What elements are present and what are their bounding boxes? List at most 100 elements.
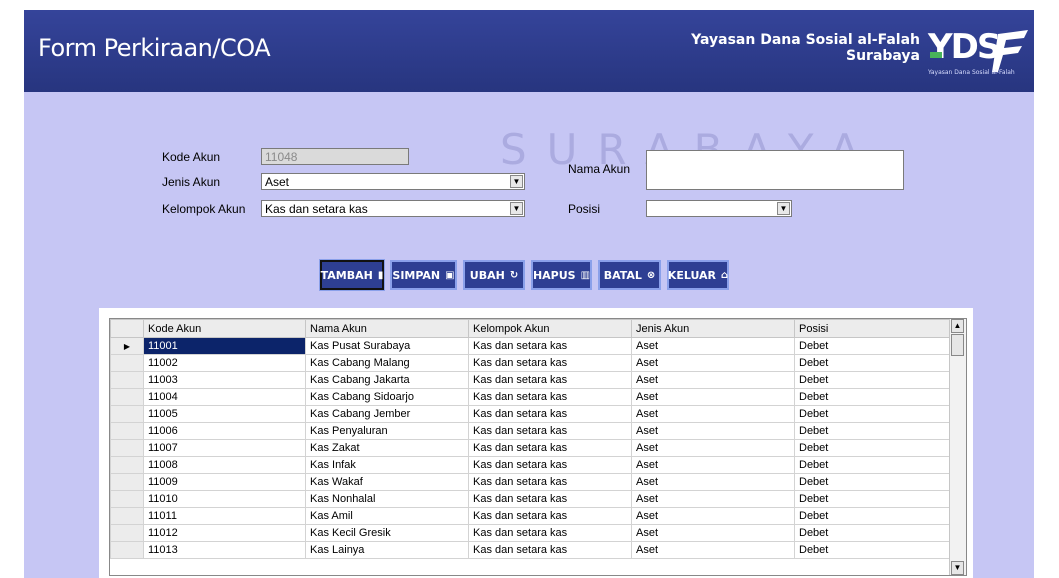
table-cell[interactable]: Debet (794, 371, 953, 389)
table-row[interactable]: 11004 Kas Cabang Sidoarjo Kas dan setara k… (110, 388, 953, 406)
table-row[interactable]: ▶ 11001 Kas Pusat Surabaya Kas dan setara k… (110, 337, 953, 355)
table-row[interactable]: 11010 Kas Nonhalal Kas dan setara kas Aset D… (110, 490, 953, 508)
hapus-button[interactable]: HAPUS ▥ (531, 260, 592, 290)
table-row[interactable]: 11009 Kas Wakaf Kas dan setara kas Aset Debe… (110, 473, 953, 491)
tambah-button[interactable]: TAMBAH ▮ (319, 259, 385, 291)
jenis-akun-select[interactable]: Aset ▼ (261, 173, 525, 190)
keluar-button[interactable]: KELUAR ⌂ (667, 260, 729, 290)
row-indicator[interactable] (110, 422, 144, 440)
row-indicator[interactable] (110, 456, 144, 474)
table-cell[interactable]: Debet (794, 337, 953, 355)
table-row[interactable]: 11005 Kas Cabang Jember Kas dan setara kas… (110, 405, 953, 423)
table-cell[interactable]: Aset (631, 473, 795, 491)
column-header[interactable]: Jenis Akun (631, 319, 795, 338)
column-header[interactable]: Nama Akun (305, 319, 469, 338)
table-cell[interactable]: Aset (631, 541, 795, 559)
table-cell[interactable]: 11001 (143, 337, 306, 355)
table-cell[interactable]: Aset (631, 524, 795, 542)
row-indicator[interactable] (110, 439, 144, 457)
table-cell[interactable]: Aset (631, 337, 795, 355)
table-cell[interactable]: Kas dan setara kas (468, 439, 632, 457)
table-cell[interactable]: Debet (794, 405, 953, 423)
row-indicator[interactable] (110, 507, 144, 525)
table-cell[interactable]: Kas dan setara kas (468, 456, 632, 474)
table-cell[interactable]: Kas Amil (305, 507, 469, 525)
table-cell[interactable]: Debet (794, 439, 953, 457)
scroll-down-icon[interactable]: ▼ (951, 561, 964, 575)
nama-akun-field[interactable] (646, 150, 904, 190)
table-cell[interactable]: Kas dan setara kas (468, 490, 632, 508)
table-cell[interactable]: 11010 (143, 490, 306, 508)
table-cell[interactable]: 11007 (143, 439, 306, 457)
table-row[interactable]: 11012 Kas Kecil Gresik Kas dan setara kas A… (110, 524, 953, 542)
row-indicator[interactable] (110, 541, 144, 559)
table-cell[interactable]: Kas dan setara kas (468, 422, 632, 440)
table-cell[interactable]: Kas dan setara kas (468, 507, 632, 525)
table-cell[interactable]: Kas Cabang Jember (305, 405, 469, 423)
table-cell[interactable]: 11008 (143, 456, 306, 474)
table-cell[interactable]: Kas Penyaluran (305, 422, 469, 440)
batal-button[interactable]: BATAL ⊗ (598, 260, 661, 290)
table-cell[interactable]: 11012 (143, 524, 306, 542)
table-cell[interactable]: Aset (631, 405, 795, 423)
table-cell[interactable]: 11006 (143, 422, 306, 440)
table-cell[interactable]: Aset (631, 507, 795, 525)
table-cell[interactable]: Kas dan setara kas (468, 405, 632, 423)
table-cell[interactable]: Debet (794, 490, 953, 508)
table-cell[interactable]: Aset (631, 490, 795, 508)
table-row[interactable]: 11006 Kas Penyaluran Kas dan setara kas Ase… (110, 422, 953, 440)
table-row[interactable]: 11013 Kas Lainya Kas dan setara kas Aset Deb… (110, 541, 953, 559)
table-cell[interactable]: 11004 (143, 388, 306, 406)
table-row[interactable]: 11002 Kas Cabang Malang Kas dan setara kas… (110, 354, 953, 372)
row-indicator[interactable] (110, 490, 144, 508)
row-indicator[interactable] (110, 388, 144, 406)
table-cell[interactable]: Kas Zakat (305, 439, 469, 457)
table-cell[interactable]: Debet (794, 541, 953, 559)
table-cell[interactable]: 11013 (143, 541, 306, 559)
kelompok-akun-select[interactable]: Kas dan setara kas ▼ (261, 200, 525, 217)
table-cell[interactable]: Kas dan setara kas (468, 354, 632, 372)
table-cell[interactable]: Debet (794, 473, 953, 491)
table-cell[interactable]: Kas dan setara kas (468, 473, 632, 491)
table-cell[interactable]: Kas dan setara kas (468, 524, 632, 542)
scroll-up-icon[interactable]: ▲ (951, 319, 964, 333)
table-cell[interactable]: Debet (794, 456, 953, 474)
ubah-button[interactable]: UBAH ↻ (463, 260, 525, 290)
current-row-indicator-icon[interactable]: ▶ (110, 337, 144, 355)
row-indicator[interactable] (110, 405, 144, 423)
table-cell[interactable]: 11003 (143, 371, 306, 389)
table-cell[interactable]: Kas Cabang Jakarta (305, 371, 469, 389)
column-header[interactable]: Posisi (794, 319, 953, 338)
chevron-down-icon[interactable]: ▼ (510, 202, 523, 215)
chevron-down-icon[interactable]: ▼ (777, 202, 790, 215)
table-cell[interactable]: Aset (631, 456, 795, 474)
table-cell[interactable]: Debet (794, 354, 953, 372)
column-header[interactable]: Kelompok Akun (468, 319, 632, 338)
table-cell[interactable]: Aset (631, 371, 795, 389)
row-indicator[interactable] (110, 524, 144, 542)
coa-data-grid[interactable]: Kode Akun Nama Akun Kelompok Akun Jenis … (109, 318, 967, 576)
table-row[interactable]: 11008 Kas Infak Kas dan setara kas Aset Debe… (110, 456, 953, 474)
simpan-button[interactable]: SIMPAN ▣ (390, 260, 457, 290)
table-cell[interactable]: Kas dan setara kas (468, 541, 632, 559)
table-cell[interactable]: Kas Kecil Gresik (305, 524, 469, 542)
table-cell[interactable]: Aset (631, 388, 795, 406)
table-cell[interactable]: 11011 (143, 507, 306, 525)
table-cell[interactable]: Kas Nonhalal (305, 490, 469, 508)
table-cell[interactable]: Kas Cabang Sidoarjo (305, 388, 469, 406)
table-cell[interactable]: Debet (794, 422, 953, 440)
table-cell[interactable]: Debet (794, 524, 953, 542)
table-row[interactable]: 11011 Kas Amil Kas dan setara kas Aset Debet (110, 507, 953, 525)
table-cell[interactable]: Kas Wakaf (305, 473, 469, 491)
table-cell[interactable]: Debet (794, 507, 953, 525)
table-cell[interactable]: Aset (631, 422, 795, 440)
posisi-select[interactable]: ▼ (646, 200, 792, 217)
table-cell[interactable]: 11005 (143, 405, 306, 423)
table-cell[interactable]: 11009 (143, 473, 306, 491)
table-cell[interactable]: Kas dan setara kas (468, 371, 632, 389)
table-cell[interactable]: Aset (631, 354, 795, 372)
row-indicator[interactable] (110, 371, 144, 389)
table-cell[interactable]: Kas Pusat Surabaya (305, 337, 469, 355)
chevron-down-icon[interactable]: ▼ (510, 175, 523, 188)
vertical-scrollbar[interactable]: ▲ ▼ (949, 319, 966, 575)
